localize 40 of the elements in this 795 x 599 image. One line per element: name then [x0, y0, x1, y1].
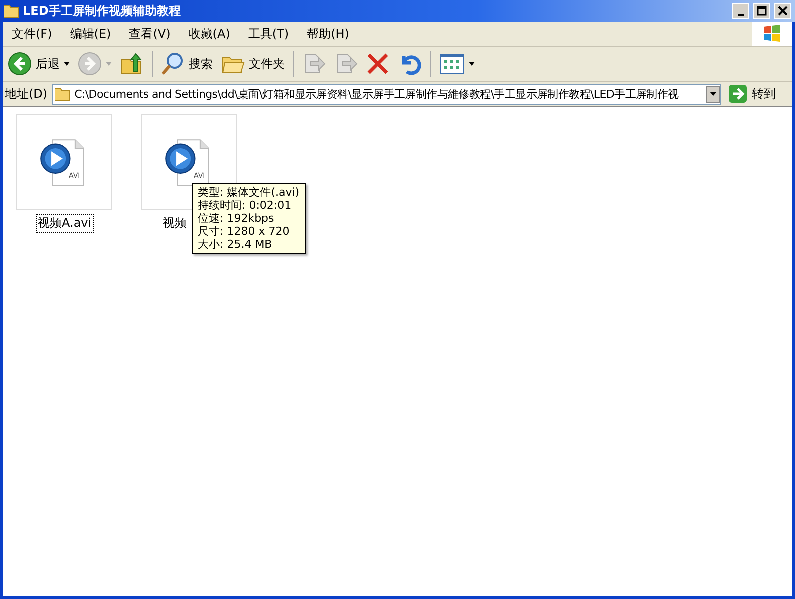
window-title: LED手工屏制作视频辅助教程	[23, 2, 181, 20]
tooltip-line: 尺寸: 1280 x 720	[198, 225, 291, 238]
address-field[interactable]: C:\Documents and Settings\dd\桌面\灯箱和显示屏资料\显示屏手工屏制作与維修教程\手工显示屏制作教程\LED手工屏制作视	[52, 84, 721, 104]
file-name[interactable]: 视频	[161, 214, 189, 233]
tooltip-line: 位速: 192kbps	[198, 212, 276, 225]
delete-x-icon	[366, 52, 390, 76]
close-icon	[778, 6, 788, 16]
menu-item[interactable]: 收藏(A)	[180, 26, 240, 42]
folder-icon	[4, 4, 20, 18]
close-button[interactable]	[774, 3, 791, 19]
search-button[interactable]: 搜索	[158, 50, 216, 78]
maximize-button[interactable]	[753, 3, 770, 19]
menu-item[interactable]: 查看(V)	[120, 26, 180, 42]
minimize-button[interactable]	[732, 3, 749, 19]
address-label: 地址(D)	[5, 86, 48, 102]
folder-icon	[54, 87, 71, 101]
menu-item[interactable]: 文件(F)	[3, 26, 62, 42]
folders-button[interactable]: 文件夹	[218, 50, 288, 78]
file-name[interactable]: 视频A.avi	[36, 214, 94, 233]
tooltip-line: 类型: 媒体文件(.avi)	[198, 186, 300, 199]
menu-item[interactable]: 工具(T)	[239, 26, 298, 42]
address-path: C:\Documents and Settings\dd\桌面\灯箱和显示屏资料\显示屏手工屏制作与維修教程\手工显示屏制作教程\LED手工屏制作视	[74, 86, 680, 102]
tooltip-line: 持续时间: 0:02:01	[198, 199, 293, 212]
caret-icon	[710, 92, 716, 96]
maximize-icon	[756, 6, 766, 16]
windows-flag-icon	[762, 24, 782, 44]
caret-icon	[64, 62, 70, 66]
tooltip-line: 大小: 25.4 MB	[198, 238, 274, 251]
dropdown-button[interactable]	[706, 86, 720, 102]
go-button[interactable]: 转到	[725, 85, 790, 103]
menu-item[interactable]: 帮助(H)	[298, 26, 358, 42]
minimize-icon	[738, 14, 744, 16]
view-grid-icon	[439, 54, 465, 74]
caret-icon	[106, 62, 112, 66]
menu-item[interactable]: 编辑(E)	[61, 26, 120, 42]
back-button[interactable]: 后退	[5, 50, 73, 78]
go-arrow-icon	[729, 85, 747, 103]
folder-up-arrow-icon	[120, 52, 144, 76]
search-icon	[161, 52, 185, 76]
caret-icon	[469, 62, 475, 66]
